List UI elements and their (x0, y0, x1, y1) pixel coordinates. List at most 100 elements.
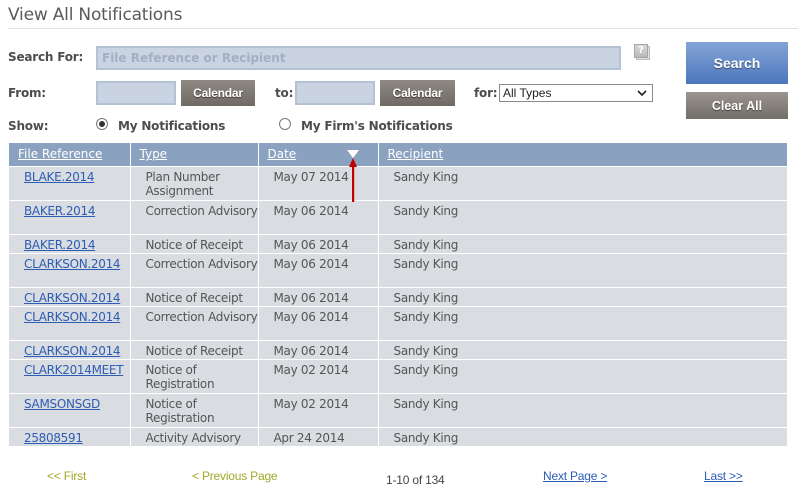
file-reference-link[interactable]: CLARKSON.2014 (24, 257, 121, 271)
table-row: CLARKSON.2014 Correction Advisory May 06… (9, 305, 787, 340)
cell-type: Notice of Registration (130, 358, 259, 393)
cell-recipient: Sandy King (378, 339, 787, 359)
type-select[interactable]: All Types (499, 84, 653, 102)
cell-date: May 06 2014 (258, 339, 379, 359)
sort-link-date[interactable]: Date (268, 147, 297, 161)
type-select-value: All Types (503, 86, 552, 100)
cell-type: Correction Advisory (130, 199, 259, 234)
firm-notifications-radio[interactable] (279, 118, 291, 130)
cell-recipient: Sandy King (378, 165, 787, 200)
search-button[interactable]: Search (686, 42, 788, 84)
file-reference-link[interactable]: SAMSONSGD (24, 397, 100, 411)
first-page-link[interactable]: << First (47, 469, 86, 483)
cell-file-reference: CLARKSON.2014 (9, 286, 131, 306)
cell-recipient: Sandy King (378, 286, 787, 306)
cell-date: May 06 2014 (258, 199, 379, 234)
sort-link-type[interactable]: Type (140, 147, 168, 161)
table-row: CLARK2014MEET Notice of Registration May… (9, 358, 787, 393)
firm-notifications-label[interactable]: My Firm's Notifications (301, 119, 453, 133)
cell-file-reference: CLARK2014MEET (9, 358, 131, 393)
cell-type: Activity Advisory (130, 426, 259, 446)
my-notifications-label[interactable]: My Notifications (118, 119, 225, 133)
file-reference-link[interactable]: 25808591 (24, 431, 83, 445)
table-row: SAMSONSGD Notice of Registration May 02 … (9, 392, 787, 427)
cell-file-reference: CLARKSON.2014 (9, 339, 131, 359)
from-label: From: (8, 86, 46, 100)
help-icon[interactable]: ? (634, 44, 650, 60)
cell-type: Notice of Registration (130, 392, 259, 427)
table-row: BLAKE.2014 Plan Number Assignment May 07… (9, 165, 787, 200)
file-reference-link[interactable]: CLARKSON.2014 (24, 291, 121, 305)
column-header-recipient[interactable]: Recipient (378, 143, 787, 166)
cell-type: Notice of Receipt (130, 233, 259, 253)
table-row: BAKER.2014 Notice of Receipt May 06 2014… (9, 233, 787, 253)
cell-file-reference: CLARKSON.2014 (9, 252, 131, 287)
file-reference-link[interactable]: BAKER.2014 (24, 204, 95, 218)
sort-descending-icon[interactable] (346, 150, 359, 158)
page-title: View All Notifications (8, 5, 183, 25)
to-label: to: (275, 86, 294, 100)
title-divider (8, 28, 798, 29)
cell-recipient: Sandy King (378, 252, 787, 287)
cell-type: Notice of Receipt (130, 286, 259, 306)
my-notifications-radio[interactable] (96, 118, 108, 130)
cell-recipient: Sandy King (378, 426, 787, 446)
sort-link-file-reference[interactable]: File Reference (18, 147, 102, 161)
search-input[interactable] (96, 46, 621, 70)
cell-file-reference: BAKER.2014 (9, 233, 131, 253)
table-row: CLARKSON.2014 Notice of Receipt May 06 2… (9, 339, 787, 359)
cell-recipient: Sandy King (378, 233, 787, 253)
previous-page-link[interactable]: < Previous Page (192, 469, 278, 483)
table-header-row: File Reference Type Date Recipient (9, 143, 787, 166)
cell-file-reference: BAKER.2014 (9, 199, 131, 234)
cell-type: Notice of Receipt (130, 339, 259, 359)
column-header-date[interactable]: Date (258, 143, 379, 166)
cell-date: May 02 2014 (258, 358, 379, 393)
chevron-down-icon (637, 90, 647, 97)
table-row: 25808591 Activity Advisory Apr 24 2014 S… (9, 426, 787, 446)
cell-date: May 06 2014 (258, 252, 379, 287)
cell-recipient: Sandy King (378, 392, 787, 427)
cell-type: Correction Advisory (130, 252, 259, 287)
column-header-file-reference[interactable]: File Reference (9, 143, 131, 166)
pagination-info: 1-10 of 134 (386, 473, 445, 487)
column-header-type[interactable]: Type (130, 143, 259, 166)
notifications-table: File Reference Type Date Recipient BLAKE… (9, 143, 787, 446)
table-row: CLARKSON.2014 Correction Advisory May 06… (9, 252, 787, 287)
table-row: CLARKSON.2014 Notice of Receipt May 06 2… (9, 286, 787, 306)
cell-file-reference: CLARKSON.2014 (9, 305, 131, 340)
sort-link-recipient[interactable]: Recipient (388, 147, 444, 161)
search-for-label: Search For: (8, 50, 84, 64)
cell-recipient: Sandy King (378, 199, 787, 234)
file-reference-link[interactable]: CLARKSON.2014 (24, 310, 121, 324)
annotation-arrow-icon (349, 158, 357, 202)
clear-all-button[interactable]: Clear All (686, 92, 788, 119)
from-calendar-button[interactable]: Calendar (181, 80, 255, 106)
to-date-input[interactable] (295, 81, 375, 105)
cell-date: May 07 2014 (258, 165, 379, 200)
help-icon-glyph: ? (634, 44, 648, 58)
file-reference-link[interactable]: BLAKE.2014 (24, 170, 95, 184)
last-page-link[interactable]: Last >> (704, 469, 743, 483)
cell-date: May 06 2014 (258, 305, 379, 340)
table-row: BAKER.2014 Correction Advisory May 06 20… (9, 199, 787, 234)
cell-date: Apr 24 2014 (258, 426, 379, 446)
cell-date: May 06 2014 (258, 286, 379, 306)
cell-file-reference: SAMSONSGD (9, 392, 131, 427)
cell-type: Correction Advisory (130, 305, 259, 340)
show-label: Show: (8, 119, 49, 133)
for-label: for: (474, 86, 498, 100)
cell-date: May 06 2014 (258, 233, 379, 253)
file-reference-link[interactable]: BAKER.2014 (24, 238, 95, 252)
cell-recipient: Sandy King (378, 305, 787, 340)
cell-date: May 02 2014 (258, 392, 379, 427)
cell-file-reference: BLAKE.2014 (9, 165, 131, 200)
cell-file-reference: 25808591 (9, 426, 131, 446)
from-date-input[interactable] (96, 81, 176, 105)
file-reference-link[interactable]: CLARKSON.2014 (24, 344, 121, 358)
file-reference-link[interactable]: CLARK2014MEET (24, 363, 124, 377)
cell-recipient: Sandy King (378, 358, 787, 393)
cell-type: Plan Number Assignment (130, 165, 259, 200)
next-page-link[interactable]: Next Page > (543, 469, 607, 483)
to-calendar-button[interactable]: Calendar (380, 80, 455, 106)
